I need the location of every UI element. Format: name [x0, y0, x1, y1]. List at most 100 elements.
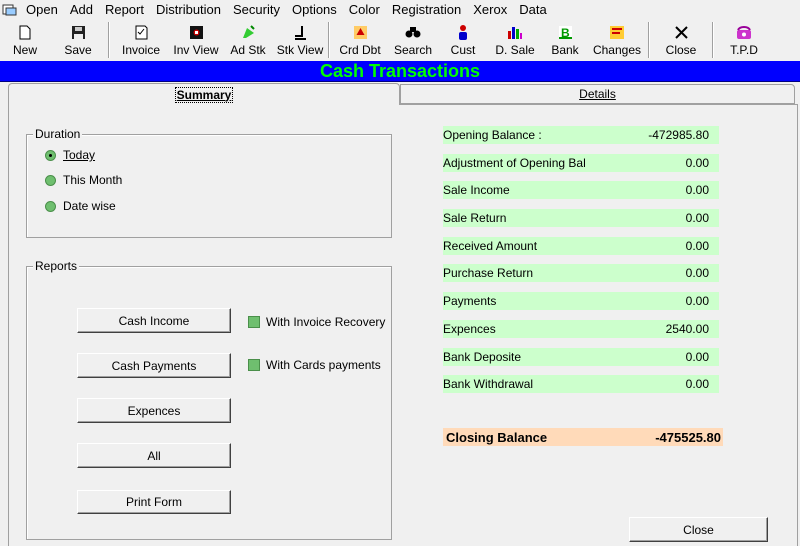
summary-row: Sale Income 0.00 [443, 181, 719, 199]
radio-this-month-label: This Month [63, 173, 123, 187]
closing-balance-value: -475525.80 [655, 429, 721, 445]
radio-this-month[interactable]: This Month [45, 173, 122, 187]
menu-options[interactable]: Options [286, 0, 343, 20]
stk-view-button[interactable]: Stk View [274, 20, 326, 60]
tab-details-label: Details [579, 87, 616, 101]
with-invoice-recovery-checkbox[interactable]: With Invoice Recovery [248, 315, 385, 329]
invoice-button[interactable]: Invoice [112, 20, 170, 60]
toolbar-separator [712, 22, 714, 58]
changes-icon [608, 23, 626, 41]
menu-security[interactable]: Security [227, 0, 286, 20]
summary-row-value: 0.00 [633, 292, 719, 310]
with-cards-payments-checkbox[interactable]: With Cards payments [248, 358, 381, 372]
cash-income-button-label: Cash Income [118, 313, 190, 328]
summary-row: Payments 0.00 [443, 292, 719, 310]
close-button-label: Close [683, 522, 714, 537]
tab-details[interactable]: Details [400, 84, 795, 104]
menu-data[interactable]: Data [513, 0, 552, 20]
app-icon[interactable] [0, 0, 20, 20]
summary-row-value: 0.00 [633, 375, 719, 393]
radio-date-wise-label: Date wise [63, 199, 116, 213]
with-cards-payments-label: With Cards payments [266, 358, 381, 372]
summary-row-value: 0.00 [633, 348, 719, 366]
changes-button[interactable]: Changes [588, 20, 646, 60]
summary-row-label: Adjustment of Opening Bal [443, 154, 633, 172]
ad-stk-button[interactable]: Ad Stk [222, 20, 274, 60]
print-form-button[interactable]: Print Form [77, 490, 231, 514]
menu-distribution[interactable]: Distribution [150, 0, 227, 20]
tpd-button-label: T.P.D [730, 43, 758, 57]
phone-icon [735, 23, 753, 41]
summary-row-value: 2540.00 [633, 320, 719, 338]
summary-row: Received Amount 0.00 [443, 237, 719, 255]
floppy-icon [69, 23, 87, 41]
menu-distribution-label: Distribution [155, 2, 222, 17]
menu-add-label: Add [69, 2, 93, 17]
duration-legend: Duration [33, 127, 83, 141]
menu-registration[interactable]: Registration [386, 0, 467, 20]
expences-button[interactable]: Expences [77, 398, 231, 423]
menu-open[interactable]: Open [20, 0, 64, 20]
bar-chart-icon [506, 23, 524, 41]
search-button[interactable]: Search [388, 20, 438, 60]
summary-row-label: Bank Deposite [443, 348, 633, 366]
summary-row: Expences 2540.00 [443, 320, 719, 338]
summary-row-label: Sale Return [443, 209, 633, 227]
cash-payments-button[interactable]: Cash Payments [77, 353, 231, 378]
ad-stk-button-label: Ad Stk [230, 43, 266, 57]
menu-options-label: Options [291, 2, 337, 17]
summary-row: Sale Return 0.00 [443, 209, 719, 227]
toolbar-separator [648, 22, 650, 58]
cust-button[interactable]: Cust [438, 20, 488, 60]
summary-row-value: 0.00 [633, 154, 719, 172]
tab-summary[interactable]: Summary [8, 83, 400, 105]
new-button[interactable]: New [0, 20, 50, 60]
summary-row-label: Expences [443, 320, 633, 338]
all-button[interactable]: All [77, 443, 231, 468]
crd-dbt-button[interactable]: Crd Dbt [332, 20, 388, 60]
radio-today-label: Today [63, 148, 96, 162]
with-invoice-recovery-label: With Invoice Recovery [266, 315, 386, 329]
d-sale-button[interactable]: D. Sale [488, 20, 542, 60]
menu-xerox[interactable]: Xerox [467, 0, 513, 20]
toolbar-separator [108, 22, 110, 58]
cash-income-button[interactable]: Cash Income [77, 308, 231, 333]
summary-row-label: Sale Income [443, 181, 633, 199]
add-stock-icon [239, 23, 257, 41]
menu-data-label: Data [519, 2, 547, 17]
menu-xerox-label: Xerox [473, 2, 508, 17]
with-invoice-recovery-box [248, 316, 260, 328]
summary-row-label: Purchase Return [443, 264, 633, 282]
menu-report-label: Report [104, 2, 144, 17]
save-button[interactable]: Save [50, 20, 106, 60]
new-button-label: New [12, 43, 37, 57]
print-form-button-label: Print Form [125, 495, 182, 509]
inv-view-button[interactable]: Inv View [170, 20, 222, 60]
summary-row: Opening Balance : -472985.80 [443, 126, 719, 144]
radio-today[interactable]: Today [45, 148, 95, 162]
close-toolbar-button[interactable]: Close [652, 20, 710, 60]
summary-row-value: 0.00 [633, 237, 719, 255]
tpd-button[interactable]: T.P.D [716, 20, 772, 60]
radio-date-wise[interactable]: Date wise [45, 199, 116, 213]
bank-button[interactable]: B Bank [542, 20, 588, 60]
summary-row: Adjustment of Opening Bal 0.00 [443, 154, 719, 172]
menu-add[interactable]: Add [64, 0, 99, 20]
all-button-label: All [147, 448, 161, 463]
radio-date-wise-indicator [45, 200, 56, 212]
summary-row: Bank Deposite 0.00 [443, 348, 719, 366]
radio-today-indicator [45, 149, 56, 161]
menu-color[interactable]: Color [343, 0, 386, 20]
closing-balance-label: Closing Balance [446, 429, 548, 445]
close-toolbar-button-label: Close [665, 43, 697, 57]
summary-row-label: Opening Balance : [443, 126, 633, 144]
tab-summary-label: Summary [174, 86, 234, 103]
menu-report[interactable]: Report [99, 0, 150, 20]
bank-button-label: Bank [551, 43, 579, 57]
invoice-icon [132, 23, 150, 41]
menu-bar: Open Add Report Distribution Security Op… [0, 0, 800, 20]
close-button[interactable]: Close [629, 517, 768, 542]
crd-dbt-button-label: Crd Dbt [339, 43, 381, 57]
summary-row-value: 0.00 [633, 209, 719, 227]
menu-registration-label: Registration [391, 2, 462, 17]
